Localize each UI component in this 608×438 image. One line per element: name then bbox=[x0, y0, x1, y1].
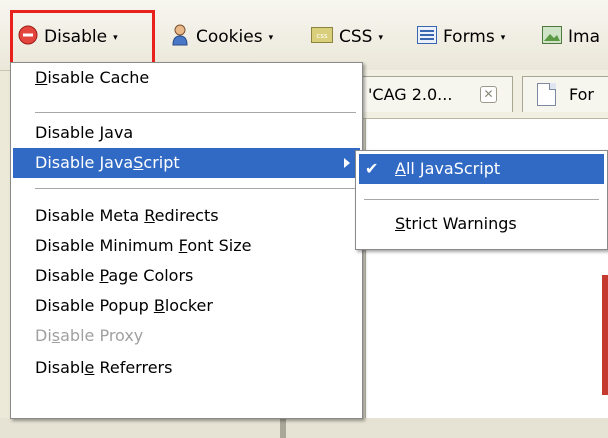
menu-separator bbox=[35, 188, 356, 189]
tab-forms[interactable]: For bbox=[522, 76, 608, 112]
menu-item-all-javascript[interactable]: ✔ All JavaScript bbox=[359, 154, 604, 184]
menu-item-disable-minimum-font-size[interactable]: Disable Minimum Font Size bbox=[13, 231, 360, 261]
css-button-label: CSS bbox=[339, 27, 373, 47]
svg-text:css: css bbox=[316, 32, 327, 40]
accelerator-key: A bbox=[395, 159, 406, 178]
menu-item-disable-referrers[interactable]: Disable Referrers bbox=[13, 353, 360, 383]
menu-item-label: cript bbox=[143, 153, 180, 172]
menu-item-label: Disable Java bbox=[35, 153, 134, 172]
frame-divider bbox=[280, 418, 286, 438]
menu-item-label: Disable bbox=[35, 266, 100, 285]
disable-dropdown-menu: Disable Cache Disable Java Disable JavaS… bbox=[10, 62, 363, 419]
developer-toolbar: Disable ▾ Cookies ▾ css CSS ▾ Forms ▾ Im… bbox=[0, 0, 608, 71]
forms-button-label: Forms bbox=[443, 27, 495, 47]
menu-item-label: Disable Popup bbox=[35, 296, 154, 315]
chevron-down-icon: ▾ bbox=[500, 33, 506, 43]
menu-item-label: locker bbox=[164, 296, 213, 315]
checkmark-icon: ✔ bbox=[365, 159, 379, 178]
menu-item-label: Di bbox=[35, 326, 52, 345]
menu-item-disable-cache[interactable]: Disable Cache bbox=[13, 63, 360, 93]
highlight-annotation bbox=[10, 10, 155, 66]
menu-item-strict-warnings[interactable]: Strict Warnings bbox=[359, 209, 604, 239]
accelerator-key: e bbox=[84, 358, 95, 377]
menu-item-label: Disable Minimum bbox=[35, 236, 179, 255]
images-button-label: Ima bbox=[568, 27, 600, 47]
menu-item-label: Disable bbox=[35, 123, 100, 142]
cookies-icon bbox=[170, 24, 190, 51]
accelerator-key: S bbox=[395, 214, 406, 233]
menu-item-disable-java[interactable]: Disable Java bbox=[13, 118, 360, 148]
menu-item-disable-popup-blocker[interactable]: Disable Popup Blocker bbox=[13, 291, 360, 321]
close-icon[interactable]: ✕ bbox=[480, 86, 497, 103]
chevron-down-icon: ▾ bbox=[378, 33, 383, 43]
menu-item-label: Disable Meta bbox=[35, 206, 145, 225]
forms-icon bbox=[417, 25, 437, 49]
images-icon bbox=[542, 25, 562, 49]
menu-item-disable-javascript[interactable]: Disable JavaScript bbox=[13, 148, 360, 178]
accelerator-key: R bbox=[144, 206, 155, 225]
cookies-button-label: Cookies bbox=[196, 27, 263, 47]
status-area bbox=[0, 418, 608, 438]
submenu-arrow-icon bbox=[344, 158, 350, 168]
menu-item-label: able Proxy bbox=[60, 326, 144, 345]
css-icon: css bbox=[311, 26, 333, 48]
tab-wcag[interactable]: 'CAG 2.0... ✕ bbox=[355, 76, 513, 112]
menu-separator bbox=[364, 199, 599, 200]
images-menu-button[interactable]: Ima bbox=[542, 22, 600, 52]
javascript-submenu: ✔ All JavaScript Strict Warnings bbox=[355, 150, 608, 250]
css-menu-button[interactable]: css CSS ▾ bbox=[311, 22, 383, 52]
chevron-down-icon: ▾ bbox=[268, 33, 274, 43]
menu-item-label: trict Warnings bbox=[405, 214, 517, 233]
menu-item-disable-meta-redirects[interactable]: Disable Meta Redirects bbox=[13, 201, 360, 231]
menu-item-disable-proxy: Disable Proxy bbox=[13, 321, 360, 351]
page-icon bbox=[537, 83, 556, 106]
tab-label: For bbox=[569, 85, 594, 104]
accelerator-key: s bbox=[51, 326, 61, 345]
menu-item-label: Disabl bbox=[35, 358, 85, 377]
menu-item-label: isable Cache bbox=[47, 68, 150, 87]
accelerator-key: S bbox=[133, 153, 144, 172]
tab-label: 'CAG 2.0... bbox=[368, 85, 453, 104]
forms-menu-button[interactable]: Forms ▾ bbox=[417, 22, 505, 52]
page-edge-fragment bbox=[602, 275, 608, 395]
menu-item-label: ll JavaScript bbox=[405, 159, 501, 178]
menu-item-label: ont Size bbox=[187, 236, 252, 255]
menu-separator bbox=[35, 112, 356, 113]
accelerator-key: D bbox=[35, 68, 48, 87]
menu-item-label: age Colors bbox=[108, 266, 194, 285]
tab-strip: 'CAG 2.0... ✕ For bbox=[355, 70, 608, 119]
menu-item-disable-page-colors[interactable]: Disable Page Colors bbox=[13, 261, 360, 291]
cookies-menu-button[interactable]: Cookies ▾ bbox=[170, 22, 273, 52]
menu-item-label: edirects bbox=[154, 206, 219, 225]
menu-item-label: Referrers bbox=[94, 358, 173, 377]
accelerator-key: B bbox=[153, 296, 165, 315]
menu-item-label: ava bbox=[104, 123, 134, 142]
